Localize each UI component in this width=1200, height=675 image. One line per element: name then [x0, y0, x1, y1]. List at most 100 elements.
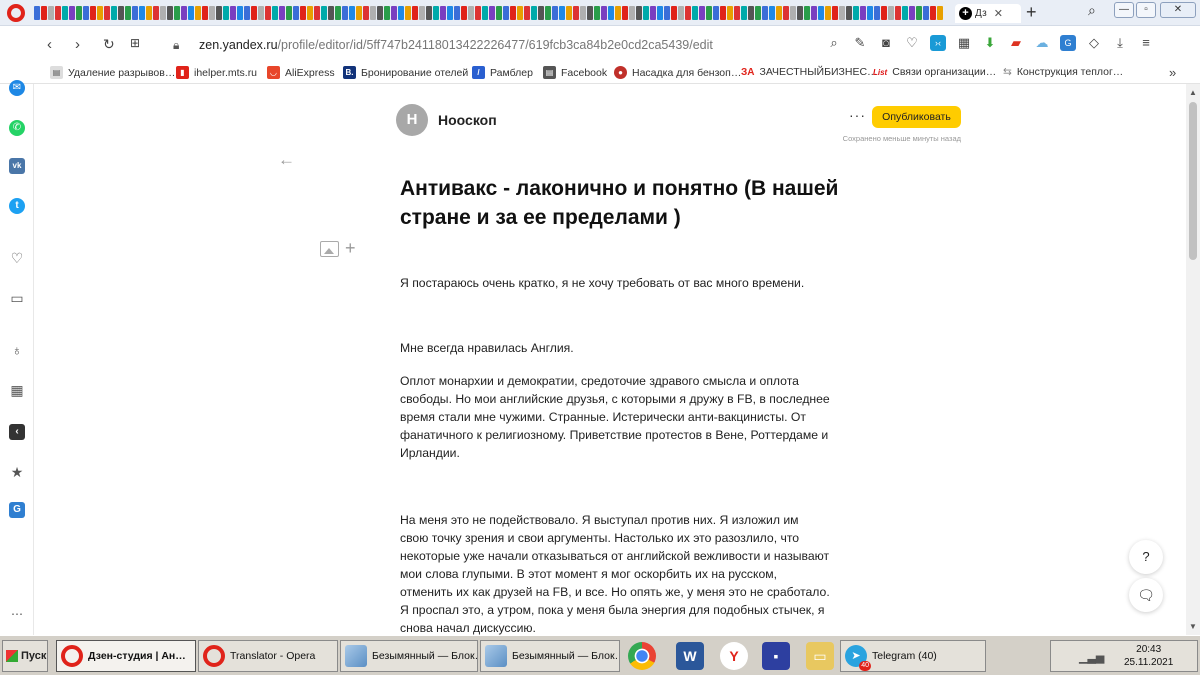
- pinned-tab-favicon[interactable]: [342, 6, 348, 20]
- pinned-tab-favicon[interactable]: [237, 6, 243, 20]
- network-icon[interactable]: ▁▃▅: [1079, 651, 1104, 664]
- pinned-tab-favicon[interactable]: [881, 6, 887, 20]
- pinned-tab-favicon[interactable]: [860, 6, 866, 20]
- pinned-tab-favicon[interactable]: [426, 6, 432, 20]
- translate-icon[interactable]: G: [9, 502, 25, 518]
- pinned-tab-favicon[interactable]: [356, 6, 362, 20]
- pinned-tab-favicon[interactable]: [902, 6, 908, 20]
- pinned-tab-favicon[interactable]: [559, 6, 565, 20]
- search-tabs-icon[interactable]: ⌕: [1088, 2, 1096, 19]
- avatar[interactable]: Н: [396, 104, 428, 136]
- pinned-tab-favicon[interactable]: [41, 6, 47, 20]
- bookmark-item[interactable]: List Связи организации…: [873, 66, 996, 78]
- help-button[interactable]: ?: [1129, 540, 1163, 574]
- pinned-tab-favicon[interactable]: [832, 6, 838, 20]
- pinned-tab-favicon[interactable]: [377, 6, 383, 20]
- pinned-tab-favicon[interactable]: [300, 6, 306, 20]
- publish-button[interactable]: Опубликовать: [872, 106, 961, 128]
- pinned-tab-favicon[interactable]: [181, 6, 187, 20]
- pinned-tab-favicon[interactable]: [160, 6, 166, 20]
- pinned-tab-favicon[interactable]: [937, 6, 943, 20]
- taskbar-window[interactable]: ➤ 40 Telegram (40): [840, 640, 986, 672]
- pinned-tab-favicon[interactable]: [573, 6, 579, 20]
- pinned-tab-favicon[interactable]: [594, 6, 600, 20]
- more-icon[interactable]: ⋯: [9, 606, 25, 622]
- pinned-tab-favicon[interactable]: [727, 6, 733, 20]
- snapshot-icon[interactable]: ▭: [9, 290, 25, 306]
- close-tab-icon[interactable]: ✕: [994, 7, 1003, 20]
- pinned-tab-favicon[interactable]: [209, 6, 215, 20]
- pinned-tab-favicon[interactable]: [818, 6, 824, 20]
- extension-cloud-icon[interactable]: ☁: [1034, 35, 1050, 51]
- pinned-tab-favicon[interactable]: [475, 6, 481, 20]
- forward-icon[interactable]: ›: [75, 36, 80, 53]
- pinned-tab-favicon[interactable]: [440, 6, 446, 20]
- chat-icon[interactable]: 🗨︎: [1129, 578, 1163, 612]
- pinned-tab-favicon[interactable]: [76, 6, 82, 20]
- pinned-tab-favicon[interactable]: [244, 6, 250, 20]
- pinned-tab-favicon[interactable]: [531, 6, 537, 20]
- reload-icon[interactable]: ↻: [103, 36, 115, 53]
- pinned-tab-favicon[interactable]: [720, 6, 726, 20]
- pinned-tab-favicon[interactable]: [293, 6, 299, 20]
- back-arrow-icon[interactable]: ←: [278, 150, 295, 170]
- scrollbar[interactable]: ▲ ▼: [1186, 84, 1200, 635]
- lock-icon[interactable]: 🔒︎: [173, 38, 179, 53]
- new-tab-icon[interactable]: +: [1026, 2, 1037, 23]
- extensions-icon[interactable]: ▦: [9, 382, 25, 398]
- pinned-tab-favicon[interactable]: [713, 6, 719, 20]
- more-bookmarks-icon[interactable]: »: [1169, 65, 1176, 80]
- download-arrow-icon[interactable]: ⬇: [982, 35, 998, 51]
- pinned-tab-favicon[interactable]: [398, 6, 404, 20]
- pinned-tab-favicon[interactable]: [643, 6, 649, 20]
- pinned-tab-favicon[interactable]: [629, 6, 635, 20]
- twitter-icon[interactable]: t: [9, 198, 25, 214]
- bookmark-item[interactable]: ● Насадка для бензоп…: [614, 66, 741, 79]
- pinned-tab-favicon[interactable]: [216, 6, 222, 20]
- pinned-tab-favicon[interactable]: [622, 6, 628, 20]
- article-title[interactable]: Антивакс - лаконично и понятно (В нашей …: [400, 174, 840, 232]
- pinned-tab-favicon[interactable]: [762, 6, 768, 20]
- url-field[interactable]: zen.yandex.ru/profile/editor/id/5ff747b2…: [199, 38, 713, 52]
- extension-grid-icon[interactable]: ▦: [956, 35, 972, 51]
- pinned-tab-favicon[interactable]: [839, 6, 845, 20]
- pinned-tab-favicon[interactable]: [566, 6, 572, 20]
- pinned-tab-favicon[interactable]: [272, 6, 278, 20]
- pinned-tab-favicon[interactable]: [188, 6, 194, 20]
- pinned-tab-favicon[interactable]: [146, 6, 152, 20]
- pinned-tab-favicon[interactable]: [741, 6, 747, 20]
- pinned-tab-favicon[interactable]: [489, 6, 495, 20]
- pinned-tab-favicon[interactable]: [286, 6, 292, 20]
- close-window-button[interactable]: ✕: [1160, 2, 1196, 18]
- player-icon[interactable]: ‹: [9, 424, 25, 440]
- pinned-tab-favicon[interactable]: [734, 6, 740, 20]
- pinned-tab-favicon[interactable]: [671, 6, 677, 20]
- pinned-tab-favicon[interactable]: [685, 6, 691, 20]
- heart-icon[interactable]: ♡: [9, 250, 25, 266]
- pinned-tab-favicon[interactable]: [118, 6, 124, 20]
- bulb-icon[interactable]: ♁: [9, 342, 25, 358]
- pinned-tab-favicon[interactable]: [895, 6, 901, 20]
- pinned-tab-favicon[interactable]: [692, 6, 698, 20]
- pinned-tab-favicon[interactable]: [545, 6, 551, 20]
- pinned-tab-favicon[interactable]: [167, 6, 173, 20]
- pinned-tab-favicon[interactable]: [384, 6, 390, 20]
- pinned-tab-favicon[interactable]: [580, 6, 586, 20]
- pinned-tab-favicon[interactable]: [776, 6, 782, 20]
- pinned-tab-favicon[interactable]: [811, 6, 817, 20]
- pinned-tab-favicon[interactable]: [552, 6, 558, 20]
- pinned-tab-favicon[interactable]: [909, 6, 915, 20]
- minimize-button[interactable]: —: [1114, 2, 1134, 18]
- pinned-tab-favicon[interactable]: [97, 6, 103, 20]
- heart-icon[interactable]: ♡: [904, 35, 920, 51]
- pinned-tab-favicon[interactable]: [538, 6, 544, 20]
- channel-name[interactable]: Нооскоп: [438, 112, 497, 128]
- pinned-tab-favicon[interactable]: [930, 6, 936, 20]
- pinned-tab-favicon[interactable]: [867, 6, 873, 20]
- pinned-tab-favicon[interactable]: [510, 6, 516, 20]
- pinned-tab-favicon[interactable]: [825, 6, 831, 20]
- pinned-tab-favicon[interactable]: [503, 6, 509, 20]
- bookmark-item[interactable]: / Рамблер: [472, 66, 533, 79]
- pinned-tab-favicon[interactable]: [888, 6, 894, 20]
- pinned-tab-favicon[interactable]: [790, 6, 796, 20]
